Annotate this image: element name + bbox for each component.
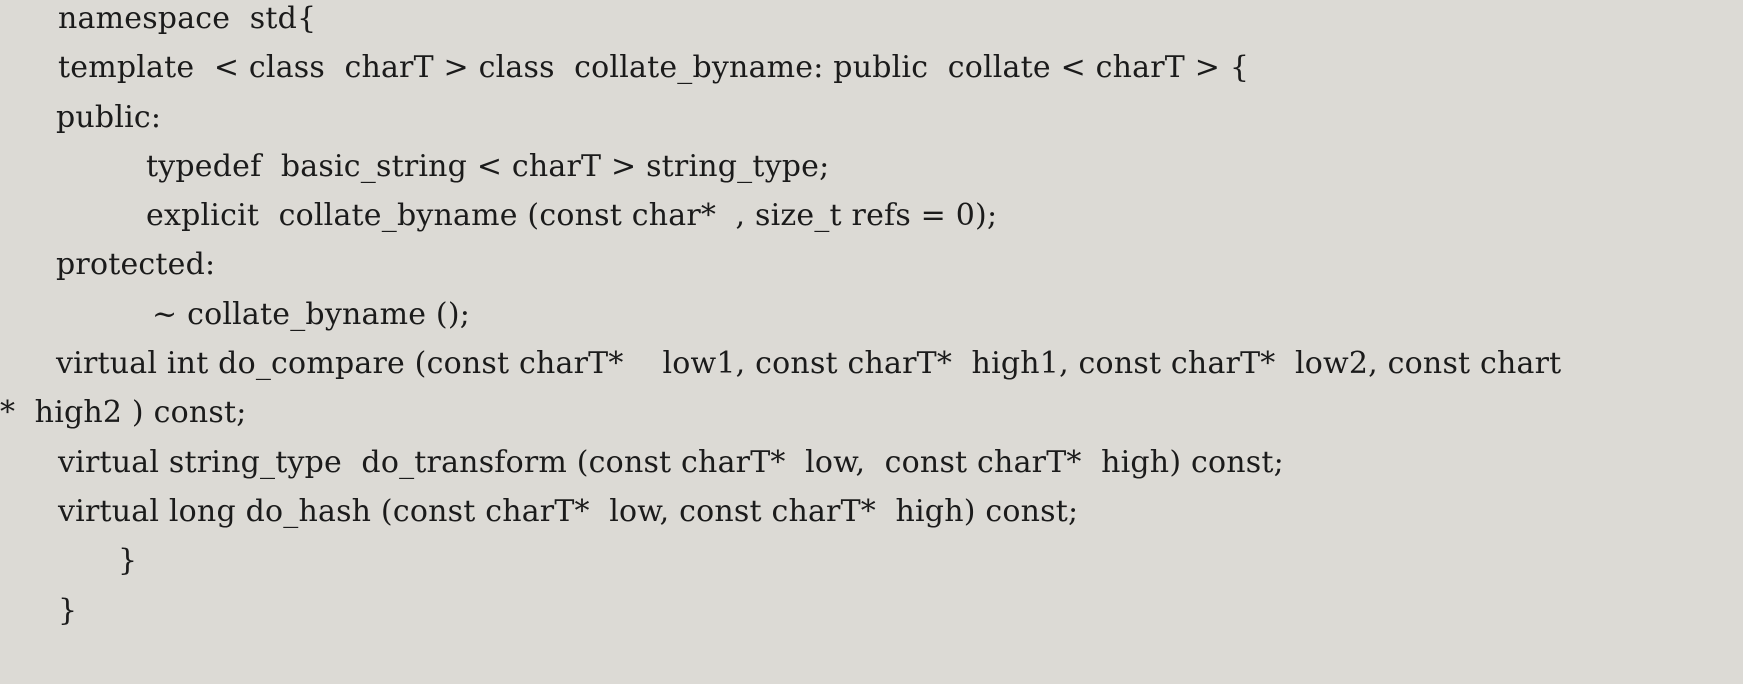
code-line: virtual long do_hash (const charT* low, … [58,493,1079,529]
code-line: * high2 ) const; [0,395,247,431]
code-line: } [58,592,78,628]
code-line: protected: [56,247,216,283]
code-line: template < class charT > class collate_b… [58,50,1250,86]
code-block: namespace std{ template < class charT > c… [0,0,1743,635]
code-line: namespace std{ [58,1,317,36]
code-line: explicit collate_byname (const char* , s… [146,198,998,234]
code-line: virtual int do_compare (const charT* low… [56,346,1562,382]
code-line: } [118,543,138,579]
code-line: public: [56,99,162,135]
code-listing-page: namespace std{ template < class charT > c… [0,0,1743,684]
code-line: typedef basic_string < charT > string_ty… [146,148,830,184]
code-line: virtual string_type do_transform (const … [58,444,1284,480]
code-line: ~ collate_byname (); [152,296,471,332]
